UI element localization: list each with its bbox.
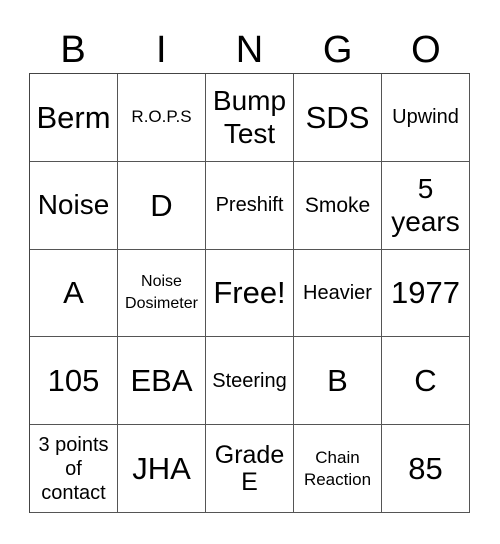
bingo-cell[interactable]: Noise bbox=[30, 161, 118, 250]
bingo-cell[interactable]: Preshift bbox=[206, 161, 294, 250]
bingo-cell[interactable]: Upwind bbox=[382, 74, 470, 162]
bingo-cell[interactable]: JHA bbox=[118, 425, 206, 513]
bingo-cell[interactable]: C bbox=[382, 337, 470, 426]
header-letter-i: I bbox=[156, 29, 167, 71]
header-letter-n: N bbox=[235, 29, 264, 71]
bingo-cell[interactable]: SDS bbox=[294, 74, 382, 162]
bingo-cell[interactable]: Chain Reaction bbox=[294, 425, 382, 513]
bingo-cell[interactable]: D bbox=[118, 161, 206, 250]
header-letter-o: O bbox=[411, 29, 441, 71]
bingo-cell[interactable]: 1977 bbox=[382, 249, 470, 338]
bingo-cell[interactable]: 105 bbox=[30, 337, 118, 426]
bingo-cell[interactable]: 3 points of contact bbox=[30, 425, 118, 513]
bingo-cell[interactable]: Steering bbox=[206, 337, 294, 426]
bingo-cell-free[interactable]: Free! bbox=[206, 249, 294, 338]
bingo-cell[interactable]: Bump Test bbox=[206, 74, 294, 162]
bingo-cell[interactable]: B bbox=[294, 337, 382, 426]
bingo-cell[interactable]: R.O.P.S bbox=[118, 74, 206, 162]
header-letter-g: G bbox=[322, 29, 353, 71]
bingo-cell[interactable]: Smoke bbox=[294, 161, 382, 250]
bingo-cell[interactable]: Heavier bbox=[294, 249, 382, 338]
bingo-cell[interactable]: A bbox=[30, 249, 118, 338]
bingo-cell[interactable]: EBA bbox=[118, 337, 206, 426]
bingo-header: B I N G O bbox=[29, 28, 470, 73]
bingo-card-grid: Berm R.O.P.S Bump Test SDS Upwind Noise … bbox=[29, 73, 470, 513]
bingo-cell[interactable]: Noise Dosimeter bbox=[118, 249, 206, 338]
bingo-cell[interactable]: 5 years bbox=[382, 161, 470, 250]
bingo-cell[interactable]: 85 bbox=[382, 425, 470, 513]
bingo-cell[interactable]: Berm bbox=[30, 74, 118, 162]
bingo-cell[interactable]: Grade E bbox=[206, 425, 294, 513]
header-letter-b: B bbox=[60, 29, 86, 71]
